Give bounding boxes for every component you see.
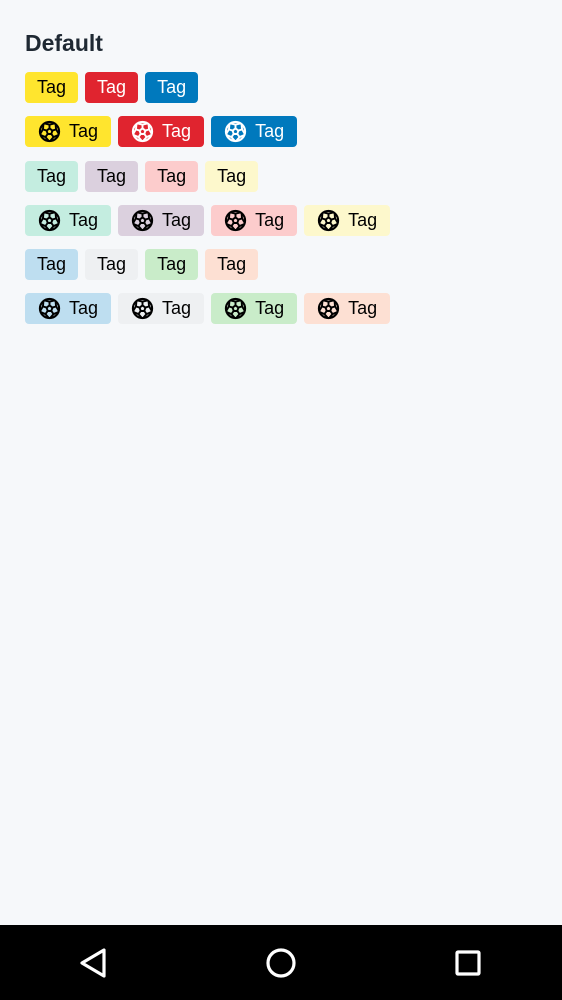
tag-label: Tag bbox=[69, 209, 99, 230]
tag-chip: Tag bbox=[25, 249, 79, 281]
tag-chip: Tag bbox=[85, 249, 139, 281]
tag-label: Tag bbox=[37, 254, 67, 275]
soccer-ball-icon bbox=[131, 297, 154, 320]
tag-label: Tag bbox=[97, 254, 127, 275]
tag-row: Tag Tag Tag Tag bbox=[25, 293, 562, 325]
tag-label: Tag bbox=[157, 254, 187, 275]
app-screen: Default Tag Tag Tag Tag Tag Tag Tag Tag Tag Tag Ta… bbox=[0, 0, 562, 1000]
soccer-ball-icon bbox=[38, 121, 61, 143]
home-button[interactable] bbox=[261, 943, 301, 983]
soccer-ball-icon bbox=[317, 209, 340, 232]
soccer-ball-icon bbox=[131, 120, 154, 143]
soccer-ball-icon bbox=[38, 209, 61, 232]
tag-chip: Tag bbox=[85, 160, 139, 192]
content-area: Default Tag Tag Tag Tag Tag Tag Tag Tag Tag Tag Ta… bbox=[25, 28, 562, 338]
tag-label: Tag bbox=[37, 77, 67, 97]
tag-label: Tag bbox=[157, 77, 187, 97]
tag-chip: Tag bbox=[25, 160, 79, 192]
tag-label: Tag bbox=[348, 298, 378, 319]
soccer-ball-icon bbox=[38, 120, 61, 143]
tag-label: Tag bbox=[217, 254, 247, 275]
tag-chip: Tag bbox=[304, 204, 391, 236]
tag-chip: Tag bbox=[25, 293, 112, 325]
tag-chip: Tag bbox=[25, 204, 112, 236]
back-triangle-icon bbox=[80, 948, 106, 978]
tag-chip: Tag bbox=[145, 160, 199, 192]
tag-label: Tag bbox=[69, 298, 99, 319]
tag-label: Tag bbox=[217, 165, 247, 186]
tag-chip: Tag bbox=[211, 116, 298, 148]
tag-label: Tag bbox=[162, 209, 192, 230]
back-button[interactable] bbox=[74, 943, 114, 983]
tag-label: Tag bbox=[255, 209, 285, 230]
tag-label: Tag bbox=[255, 298, 285, 319]
tag-label: Tag bbox=[157, 165, 187, 186]
tag-chip: Tag bbox=[304, 293, 391, 325]
soccer-ball-icon bbox=[224, 209, 247, 232]
tag-label: Tag bbox=[162, 298, 192, 319]
soccer-ball-icon bbox=[317, 209, 340, 232]
tag-row: Tag Tag Tag bbox=[25, 116, 562, 148]
tag-row: Tag Tag Tag Tag bbox=[25, 160, 562, 192]
soccer-ball-icon bbox=[224, 298, 247, 320]
tag-chip: Tag bbox=[25, 116, 112, 148]
soccer-ball-icon bbox=[131, 209, 154, 232]
tag-row: Tag Tag Tag Tag bbox=[25, 204, 562, 236]
soccer-ball-icon bbox=[317, 298, 340, 320]
tag-label: Tag bbox=[255, 121, 285, 142]
system-navigation-bar bbox=[0, 925, 562, 1000]
tag-row: Tag Tag Tag Tag bbox=[25, 249, 562, 281]
tag-label: Tag bbox=[162, 121, 192, 142]
soccer-ball-icon bbox=[131, 209, 154, 232]
soccer-ball-icon bbox=[38, 209, 61, 232]
tag-chip: Tag bbox=[145, 249, 199, 281]
soccer-ball-icon bbox=[224, 209, 247, 232]
tag-chip: Tag bbox=[145, 72, 199, 103]
soccer-ball-icon bbox=[224, 120, 247, 143]
tag-chip: Tag bbox=[205, 249, 259, 281]
soccer-ball-icon bbox=[38, 298, 61, 320]
tag-label: Tag bbox=[348, 209, 378, 230]
tag-chip: Tag bbox=[205, 160, 259, 192]
soccer-ball-icon bbox=[131, 298, 154, 320]
tag-label: Tag bbox=[37, 165, 67, 186]
recents-button[interactable] bbox=[448, 943, 488, 983]
tag-chip: Tag bbox=[25, 72, 79, 103]
soccer-ball-icon bbox=[131, 121, 154, 143]
recents-square-icon bbox=[455, 950, 481, 976]
tag-chip: Tag bbox=[211, 293, 298, 325]
soccer-ball-icon bbox=[38, 297, 61, 320]
tag-chip: Tag bbox=[85, 72, 139, 103]
tag-chip: Tag bbox=[118, 116, 205, 148]
tag-chip: Tag bbox=[211, 204, 298, 236]
soccer-ball-icon bbox=[224, 297, 247, 320]
home-circle-icon bbox=[266, 948, 296, 978]
tag-label: Tag bbox=[97, 165, 127, 186]
soccer-ball-icon bbox=[224, 121, 247, 143]
tag-label: Tag bbox=[69, 121, 99, 142]
page-title: Default bbox=[25, 30, 103, 56]
soccer-ball-icon bbox=[317, 297, 340, 320]
tag-chip: Tag bbox=[118, 293, 205, 325]
tag-label: Tag bbox=[97, 77, 127, 97]
tag-chip: Tag bbox=[118, 204, 205, 236]
tag-rows: Tag Tag Tag Tag Tag Tag Tag Tag Tag Tag Tag Tag Tag T… bbox=[25, 72, 562, 325]
tag-row: Tag Tag Tag bbox=[25, 72, 562, 103]
